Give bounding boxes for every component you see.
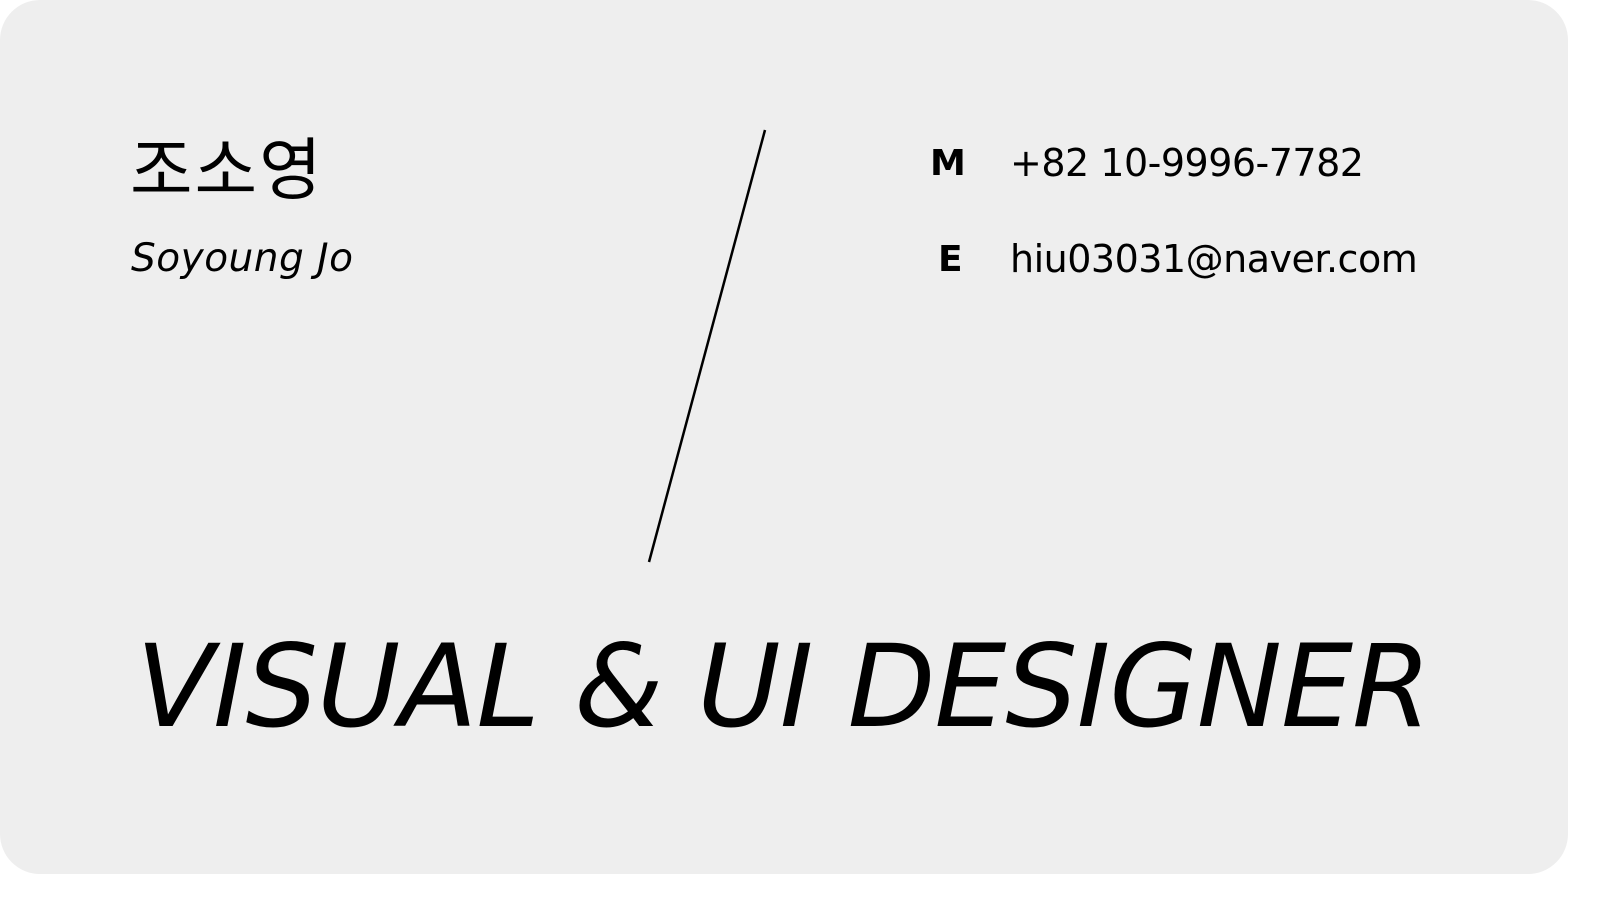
contact-email: E hiu03031@naver.com [930,234,1418,284]
contact-mobile: M +82 10-9996-7782 [930,138,1364,188]
job-title: VISUAL & UI DESIGNER [136,620,1431,753]
name-english: Soyoung Jo [131,236,354,281]
diagonal-divider [647,129,767,563]
business-card: 조소영 Soyoung Jo M +82 10-9996-7782 E hiu0… [0,0,1568,874]
contact-email-label: E [938,238,963,280]
name-korean: 조소영 [130,132,324,211]
contact-mobile-label: M [930,142,966,184]
contact-email-value: hiu03031@naver.com [1010,237,1418,281]
contact-mobile-value: +82 10-9996-7782 [1010,141,1364,185]
